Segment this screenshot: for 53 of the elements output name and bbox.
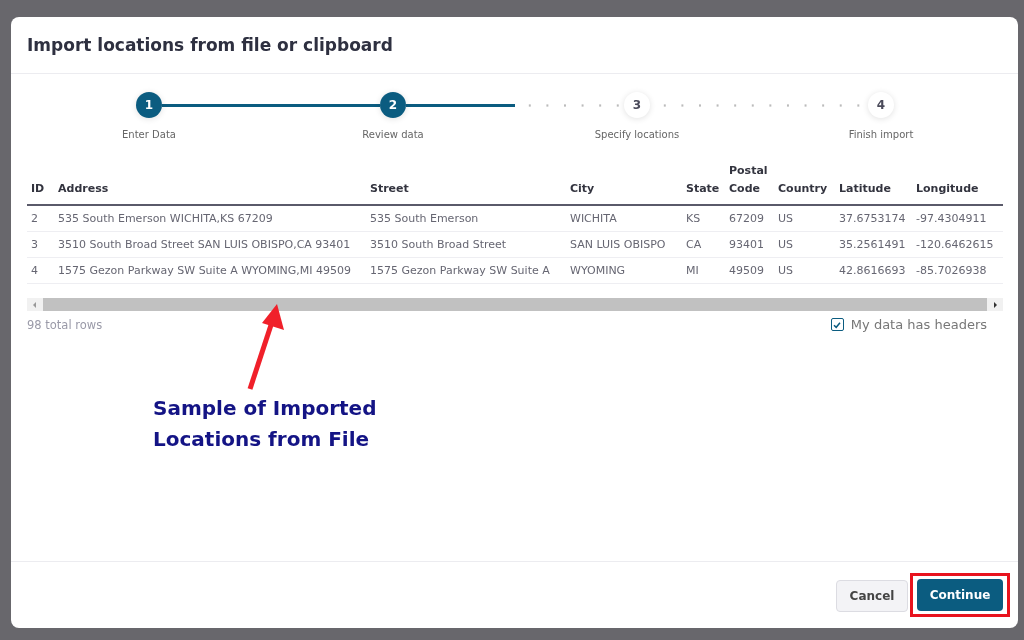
row-count: 98 total rows	[27, 317, 103, 332]
table-cell: 93401	[725, 231, 774, 258]
column-header: Latitude	[835, 162, 912, 205]
table-cell: 67209	[725, 205, 774, 232]
table-cell: WYOMING	[566, 257, 682, 284]
step-label: Specify locations	[594, 129, 680, 140]
table-cell: KS	[682, 205, 725, 232]
table-cell: 3	[27, 231, 54, 258]
table-cell: 1575 Gezon Parkway SW Suite A	[366, 257, 566, 284]
table-cell: US	[774, 205, 835, 232]
column-header: Street	[366, 162, 566, 205]
step-label: Review data	[362, 129, 424, 140]
column-header: Longitude	[912, 162, 1003, 205]
table-cell: 42.8616693	[835, 257, 912, 284]
step-number: 1	[136, 92, 162, 118]
headers-checkbox[interactable]	[830, 318, 844, 331]
table-cell: MI	[682, 257, 725, 284]
table-cell: SAN LUIS OBISPO	[566, 231, 682, 258]
step-label: Enter Data	[122, 129, 176, 140]
table-cell: 35.2561491	[835, 231, 912, 258]
step-number: 3	[624, 92, 650, 118]
table-cell: US	[774, 231, 835, 258]
table-cell: 3510 South Broad Street SAN LUIS OBISPO,CA 93401	[54, 231, 366, 258]
table-cell: -120.6462615	[912, 231, 1003, 258]
table-cell: CA	[682, 231, 725, 258]
column-header: Postal Code	[725, 162, 774, 205]
step-label: Finish import	[848, 129, 914, 140]
scroll-left-icon[interactable]	[31, 300, 39, 309]
scroll-right-icon[interactable]	[991, 300, 999, 309]
table-cell: US	[774, 257, 835, 284]
table-cell: -85.7026938	[912, 257, 1003, 284]
checkbox-label: My data has headers	[850, 317, 987, 332]
table-cell: WICHITA	[566, 205, 682, 232]
annotation-text: Sample of Imported Locations from File	[153, 395, 378, 453]
table-cell: 1575 Gezon Parkway SW Suite A WYOMING,MI 49509	[54, 257, 366, 284]
dialog-title: Import locations from file or clipboard	[27, 35, 393, 55]
step-number: 4	[868, 92, 894, 118]
table-cell: 4	[27, 257, 54, 284]
column-header: Country	[774, 162, 835, 205]
table-cell: 37.6753174	[835, 205, 912, 232]
continue-button[interactable]: Continue	[917, 579, 1003, 611]
table-cell: 3510 South Broad Street	[366, 231, 566, 258]
table-cell: 2	[27, 205, 54, 232]
table-cell: 49509	[725, 257, 774, 284]
table-cell: 535 South Emerson WICHITA,KS 67209	[54, 205, 366, 232]
column-header: ID	[27, 162, 54, 205]
step-number: 2	[380, 92, 406, 118]
cancel-button[interactable]: Cancel	[836, 580, 908, 612]
column-header: City	[566, 162, 682, 205]
column-header: Address	[54, 162, 366, 205]
column-header: State	[682, 162, 725, 205]
table-cell: -97.4304911	[912, 205, 1003, 232]
table-cell: 535 South Emerson	[366, 205, 566, 232]
